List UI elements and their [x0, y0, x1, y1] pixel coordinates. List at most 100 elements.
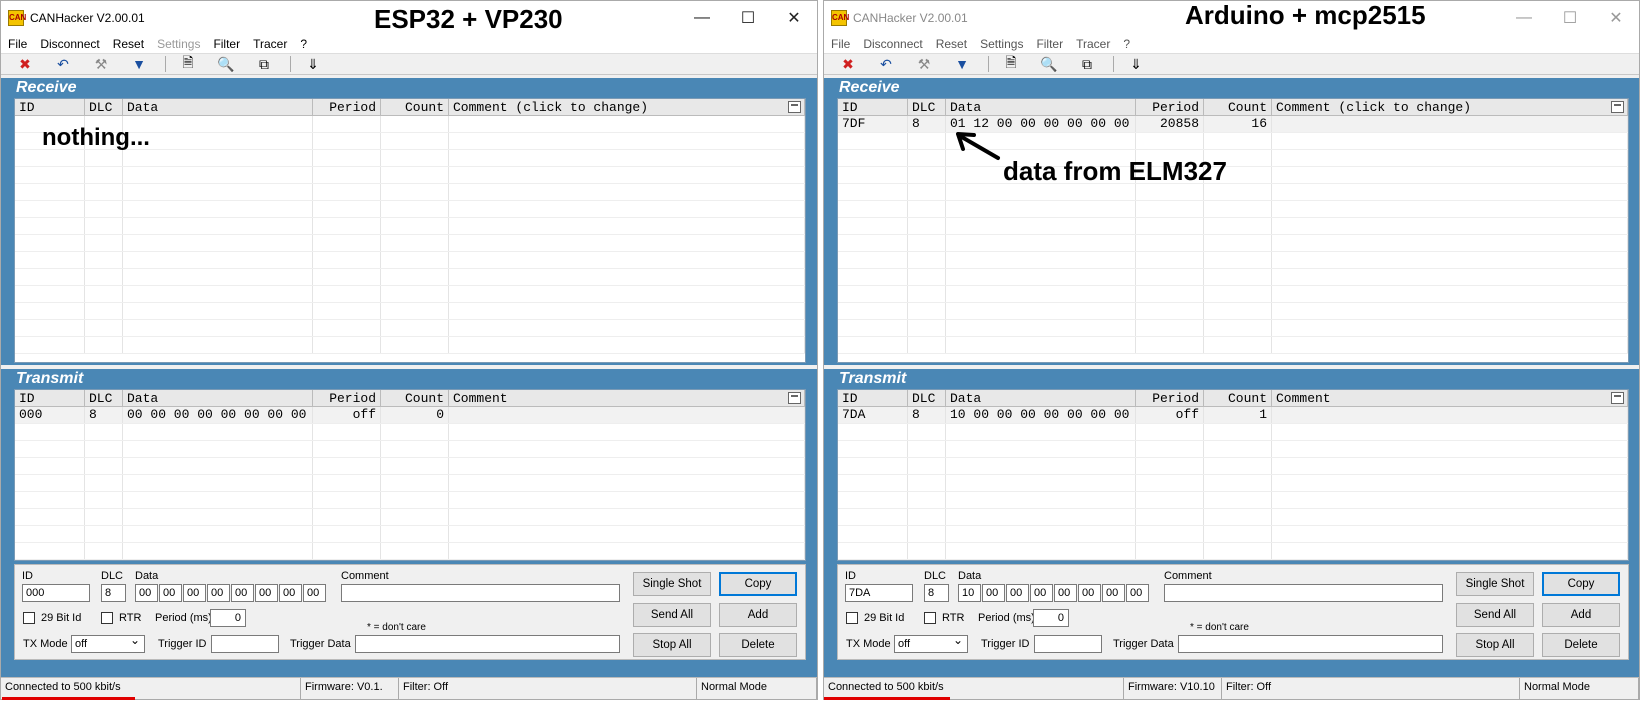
- disconnect-icon[interactable]: ✖: [13, 54, 37, 74]
- grid-options-icon[interactable]: [788, 101, 801, 113]
- col-period[interactable]: Period: [1136, 390, 1204, 406]
- period-input[interactable]: 0: [210, 609, 246, 627]
- col-dlc[interactable]: DLC: [908, 99, 946, 115]
- trigger-data-input[interactable]: [1178, 635, 1443, 653]
- tools-icon[interactable]: ⚒: [89, 54, 113, 74]
- tools-icon[interactable]: ⚒: [912, 54, 936, 74]
- menu-reset[interactable]: Reset: [936, 35, 973, 53]
- transmit-row[interactable]: 7DA 8 10 00 00 00 00 00 00 00 off 1: [838, 407, 1628, 424]
- comment-input[interactable]: [1164, 584, 1443, 602]
- menu-disconnect[interactable]: Disconnect: [40, 35, 105, 53]
- receive-row[interactable]: [838, 337, 1628, 354]
- transmit-row[interactable]: [838, 492, 1628, 509]
- copy-icon[interactable]: ⧉: [1075, 54, 1099, 74]
- receive-row[interactable]: [15, 252, 805, 269]
- col-period[interactable]: Period: [313, 99, 381, 115]
- receive-row[interactable]: [838, 252, 1628, 269]
- menu-settings[interactable]: Settings: [980, 35, 1029, 53]
- receive-row[interactable]: [15, 303, 805, 320]
- data-byte-6[interactable]: 00: [279, 584, 302, 602]
- new-document-icon[interactable]: 🗎: [176, 54, 200, 74]
- receive-row[interactable]: [15, 269, 805, 286]
- data-byte-5[interactable]: 00: [1078, 584, 1101, 602]
- receive-row[interactable]: [15, 184, 805, 201]
- receive-row[interactable]: [838, 201, 1628, 218]
- close-icon[interactable]: ✕: [771, 1, 817, 35]
- grid-options-icon[interactable]: [788, 392, 801, 404]
- transmit-row[interactable]: [838, 509, 1628, 526]
- receive-row[interactable]: [15, 286, 805, 303]
- col-dlc[interactable]: DLC: [85, 99, 123, 115]
- col-count[interactable]: Count: [381, 390, 449, 406]
- receive-row[interactable]: [838, 303, 1628, 320]
- rtr-checkbox[interactable]: [924, 612, 936, 624]
- menu-tracer[interactable]: Tracer: [1076, 35, 1116, 53]
- col-count[interactable]: Count: [381, 99, 449, 115]
- data-byte-7[interactable]: 00: [303, 584, 326, 602]
- col-data[interactable]: Data: [123, 99, 313, 115]
- data-byte-1[interactable]: 00: [982, 584, 1005, 602]
- col-period[interactable]: Period: [313, 390, 381, 406]
- receive-row[interactable]: [838, 218, 1628, 235]
- filter-icon[interactable]: ▼: [127, 54, 151, 74]
- grid-options-icon[interactable]: [1611, 101, 1624, 113]
- receive-row[interactable]: [15, 167, 805, 184]
- receive-row[interactable]: [15, 235, 805, 252]
- maximize-icon[interactable]: ☐: [725, 1, 771, 35]
- receive-row[interactable]: [838, 167, 1628, 184]
- col-count[interactable]: Count: [1204, 99, 1272, 115]
- data-byte-2[interactable]: 00: [183, 584, 206, 602]
- stop-all-button[interactable]: Stop All: [1456, 633, 1534, 657]
- menu-tracer[interactable]: Tracer: [253, 35, 293, 53]
- log-icon[interactable]: ⇓: [301, 54, 325, 74]
- receive-row[interactable]: [838, 286, 1628, 303]
- transmit-row[interactable]: [838, 424, 1628, 441]
- copy-button[interactable]: Copy: [1542, 572, 1620, 596]
- col-id[interactable]: ID: [15, 99, 85, 115]
- data-byte-7[interactable]: 00: [1126, 584, 1149, 602]
- data-byte-0[interactable]: 10: [958, 584, 981, 602]
- menu-settings[interactable]: Settings: [157, 35, 206, 53]
- tx-mode-select[interactable]: off: [71, 633, 145, 653]
- single-shot-button[interactable]: Single Shot: [633, 572, 711, 596]
- trigger-id-input[interactable]: [1034, 635, 1102, 653]
- data-byte-3[interactable]: 00: [207, 584, 230, 602]
- copy-icon[interactable]: ⧉: [252, 54, 276, 74]
- stop-all-button[interactable]: Stop All: [633, 633, 711, 657]
- transmit-grid[interactable]: ID DLC Data Period Count Comment 7DA 8 10 …: [837, 389, 1629, 561]
- send-all-button[interactable]: Send All: [1456, 603, 1534, 627]
- col-comment[interactable]: Comment (click to change): [449, 99, 805, 115]
- receive-row[interactable]: [15, 337, 805, 354]
- grid-options-icon[interactable]: [1611, 392, 1624, 404]
- col-data[interactable]: Data: [123, 390, 313, 406]
- transmit-row[interactable]: [15, 492, 805, 509]
- receive-row[interactable]: [838, 320, 1628, 337]
- receive-row[interactable]: [15, 150, 805, 167]
- undo-icon[interactable]: ↶: [874, 54, 898, 74]
- menu-disconnect[interactable]: Disconnect: [863, 35, 928, 53]
- transmit-grid[interactable]: ID DLC Data Period Count Comment 000 8 00 …: [14, 389, 806, 561]
- dlc-input[interactable]: 8: [924, 584, 949, 602]
- 29-bit-id-checkbox[interactable]: [23, 612, 35, 624]
- delete-button[interactable]: Delete: [719, 633, 797, 657]
- col-comment[interactable]: Comment: [1272, 390, 1628, 406]
- col-id[interactable]: ID: [15, 390, 85, 406]
- delete-button[interactable]: Delete: [1542, 633, 1620, 657]
- transmit-row[interactable]: [15, 458, 805, 475]
- col-id[interactable]: ID: [838, 390, 908, 406]
- trigger-id-input[interactable]: [211, 635, 279, 653]
- 29-bit-id-checkbox[interactable]: [846, 612, 858, 624]
- id-input[interactable]: 7DA: [845, 584, 913, 602]
- disconnect-icon[interactable]: ✖: [836, 54, 860, 74]
- add-button[interactable]: Add: [719, 603, 797, 627]
- col-period[interactable]: Period: [1136, 99, 1204, 115]
- receive-row[interactable]: [838, 184, 1628, 201]
- col-data[interactable]: Data: [946, 390, 1136, 406]
- minimize-icon[interactable]: —: [679, 1, 725, 35]
- close-icon[interactable]: ✕: [1593, 1, 1639, 35]
- transmit-row[interactable]: [15, 424, 805, 441]
- maximize-icon[interactable]: ☐: [1547, 1, 1593, 35]
- undo-icon[interactable]: ↶: [51, 54, 75, 74]
- rtr-checkbox[interactable]: [101, 612, 113, 624]
- col-id[interactable]: ID: [838, 99, 908, 115]
